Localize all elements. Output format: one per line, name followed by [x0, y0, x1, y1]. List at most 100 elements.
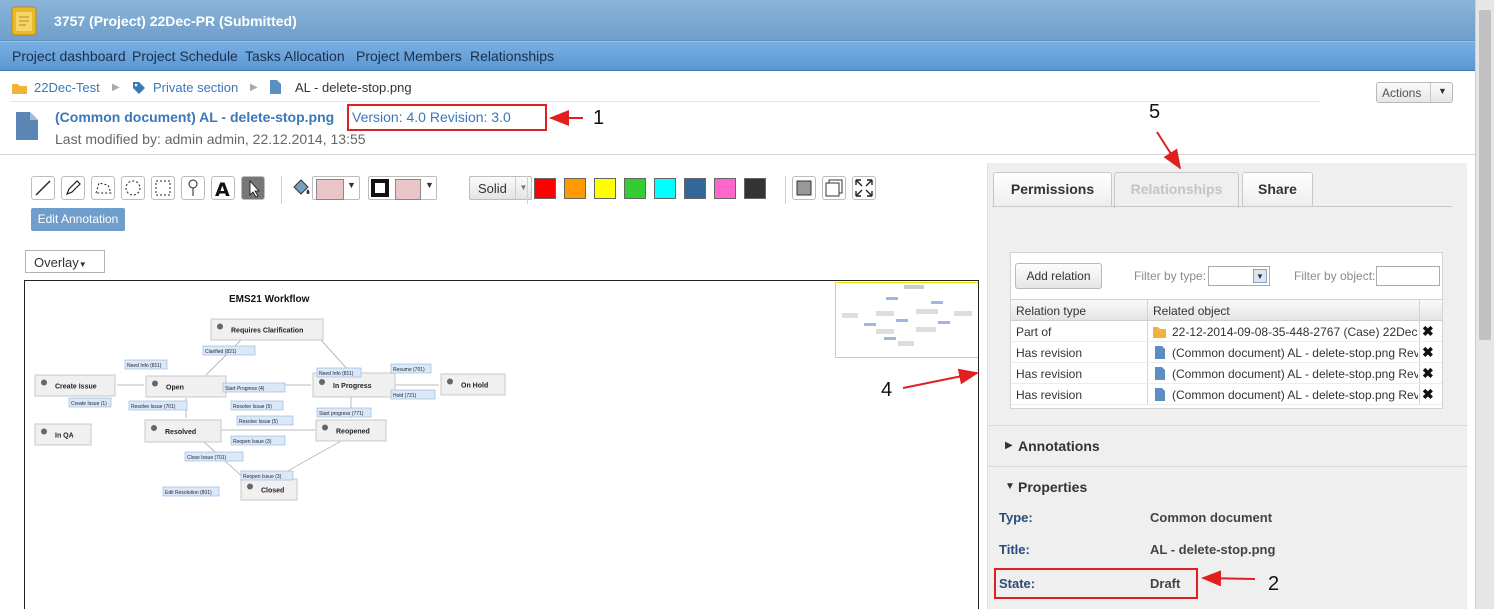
- diagram-state-label: Reopened: [336, 429, 370, 436]
- pencil-tool-icon[interactable]: [61, 176, 85, 200]
- column-related-object[interactable]: Related object: [1153, 304, 1230, 318]
- actions-caret-icon[interactable]: ▼: [1430, 83, 1452, 102]
- diagram-transition-label: Start Progress (4): [225, 386, 265, 392]
- stroke-icon: [371, 179, 389, 197]
- menu-project-members[interactable]: Project Members: [356, 48, 462, 64]
- menu-relationships[interactable]: Relationships: [470, 48, 554, 64]
- delete-relation-icon[interactable]: ✖: [1422, 365, 1434, 382]
- table-row[interactable]: Part of 22-12-2014-09-08-35-448-2767 (Cas…: [1011, 321, 1442, 342]
- property-type-value: Common document: [1150, 510, 1273, 525]
- palette-color-swatch[interactable]: [624, 178, 646, 199]
- overlay-select[interactable]: Overlay▼: [25, 250, 105, 273]
- delete-relation-icon[interactable]: ✖: [1422, 344, 1434, 361]
- tab-relationships[interactable]: Relationships: [1114, 172, 1239, 208]
- diagram-person-icon: [447, 378, 453, 385]
- palette-color-swatch[interactable]: [594, 178, 616, 199]
- title-bar: 3757 (Project) 22Dec-PR (Submitted): [0, 0, 1475, 41]
- table-row[interactable]: Has revision (Common document) AL - delet…: [1011, 363, 1442, 384]
- menu-bar: Project dashboard Project Schedule Tasks…: [0, 41, 1475, 71]
- diagram-transition-label: Need Info (811): [319, 371, 354, 377]
- menu-tasks-allocation[interactable]: Tasks Allocation: [245, 48, 345, 64]
- stroke-color-select[interactable]: ▼: [368, 176, 437, 200]
- delete-relation-icon[interactable]: ✖: [1422, 323, 1434, 340]
- diagram-state-label: Create Issue: [55, 384, 97, 391]
- diagram-state-label: Requires Clarification: [231, 328, 303, 335]
- palette-color-swatch[interactable]: [564, 178, 586, 199]
- diagram-transition-label: Create Issue (1): [71, 401, 107, 407]
- properties-section-header[interactable]: Properties: [1018, 479, 1087, 495]
- version-highlight-box: [347, 104, 547, 131]
- edit-annotation-button[interactable]: Edit Annotation: [31, 208, 125, 231]
- diagram-person-icon: [247, 483, 253, 490]
- palette-color-swatch[interactable]: [684, 178, 706, 199]
- fill-color-swatch: [316, 179, 344, 200]
- fullscreen-icon[interactable]: [852, 176, 876, 200]
- palette-color-swatch[interactable]: [714, 178, 736, 199]
- diagram-state-label: Open: [166, 385, 184, 392]
- select-pointer-tool-icon[interactable]: [241, 176, 265, 200]
- filter-object-input[interactable]: [1376, 266, 1440, 286]
- document-modified-info: Last modified by: admin admin, 22.12.201…: [55, 131, 366, 147]
- document-title[interactable]: (Common document) AL - delete-stop.png: [55, 109, 334, 125]
- state-highlight-box: [994, 568, 1198, 599]
- fill-color-select[interactable]: ▼: [312, 176, 360, 200]
- vertical-scrollbar[interactable]: [1475, 0, 1494, 609]
- actions-button[interactable]: Actions ▼: [1376, 82, 1453, 103]
- menu-project-schedule[interactable]: Project Schedule: [132, 48, 238, 64]
- column-relation-type[interactable]: Relation type: [1016, 304, 1086, 318]
- table-row[interactable]: Has revision (Common document) AL - delet…: [1011, 384, 1442, 405]
- dropdown-caret-icon: ▼: [347, 180, 356, 190]
- folder-icon: [1153, 327, 1166, 338]
- image-canvas[interactable]: EMS21 Workflow Requires Clarification Crea…: [24, 280, 979, 609]
- window-title: 3757 (Project) 22Dec-PR (Submitted): [54, 13, 297, 29]
- breadcrumb-section-link[interactable]: Private section: [153, 80, 238, 95]
- related-object-cell[interactable]: (Common document) AL - delete-stop.png R…: [1153, 367, 1418, 381]
- pin-tool-icon[interactable]: [181, 176, 205, 200]
- project-app-icon: [11, 6, 37, 36]
- diagram-transition-label: Start progress (771): [319, 411, 364, 417]
- line-tool-icon[interactable]: [31, 176, 55, 200]
- document-icon: [270, 80, 281, 94]
- line-style-label: Solid: [478, 181, 507, 196]
- diagram-transition-label: Hold (721): [393, 393, 417, 399]
- tab-permissions[interactable]: Permissions: [993, 172, 1112, 207]
- diagram-transition-label: Clarified (821): [205, 349, 237, 355]
- filter-type-label: Filter by type:: [1134, 269, 1207, 283]
- diagram-person-icon: [322, 424, 328, 431]
- dropdown-caret-icon: ▼: [78, 260, 87, 269]
- rectangle-tool-icon[interactable]: [151, 176, 175, 200]
- dropdown-caret-icon: ▼: [1253, 269, 1267, 283]
- filter-object-label: Filter by object:: [1294, 269, 1376, 283]
- text-tool-icon[interactable]: A: [211, 176, 235, 201]
- send-to-back-icon[interactable]: [822, 176, 846, 200]
- line-style-select[interactable]: Solid ▼: [469, 176, 532, 200]
- palette-color-swatch[interactable]: [654, 178, 676, 199]
- image-thumbnail-navigator[interactable]: [835, 282, 978, 358]
- add-relation-button[interactable]: Add relation: [1015, 263, 1102, 289]
- scrollbar-thumb[interactable]: [1479, 10, 1491, 340]
- palette-color-swatch[interactable]: [534, 178, 556, 199]
- freeform-polygon-tool-icon[interactable]: [91, 176, 115, 200]
- filter-type-select[interactable]: ▼: [1208, 266, 1270, 286]
- ellipse-tool-icon[interactable]: [121, 176, 145, 200]
- diagram-title: EMS21 Workflow: [229, 294, 310, 305]
- relation-type-cell: Has revision: [1016, 388, 1083, 402]
- palette-color-swatch[interactable]: [744, 178, 766, 199]
- divider: [988, 466, 1468, 467]
- related-object-cell[interactable]: (Common document) AL - delete-stop.png R…: [1153, 388, 1418, 402]
- bring-to-front-icon[interactable]: [792, 176, 816, 200]
- diagram-person-icon: [217, 323, 223, 330]
- diagram-transition-label: Resolve Issue (5): [233, 404, 272, 410]
- related-object-cell[interactable]: (Common document) AL - delete-stop.png R…: [1153, 346, 1418, 360]
- menu-project-dashboard[interactable]: Project dashboard: [12, 48, 126, 64]
- table-row[interactable]: Has revision (Common document) AL - delet…: [1011, 342, 1442, 363]
- collapse-triangle-icon[interactable]: ▼: [1005, 481, 1015, 492]
- related-object-cell[interactable]: 22-12-2014-09-08-35-448-2767 (Case) 22De…: [1153, 325, 1418, 339]
- breadcrumb-separator-icon: ▶: [112, 82, 120, 93]
- expand-triangle-icon[interactable]: ▶: [1005, 440, 1013, 451]
- annotations-section-header[interactable]: Annotations: [1018, 438, 1100, 454]
- delete-relation-icon[interactable]: ✖: [1422, 386, 1434, 403]
- tab-share[interactable]: Share: [1242, 172, 1313, 207]
- diagram-person-icon: [151, 425, 157, 431]
- breadcrumb-folder-link[interactable]: 22Dec-Test: [34, 80, 100, 95]
